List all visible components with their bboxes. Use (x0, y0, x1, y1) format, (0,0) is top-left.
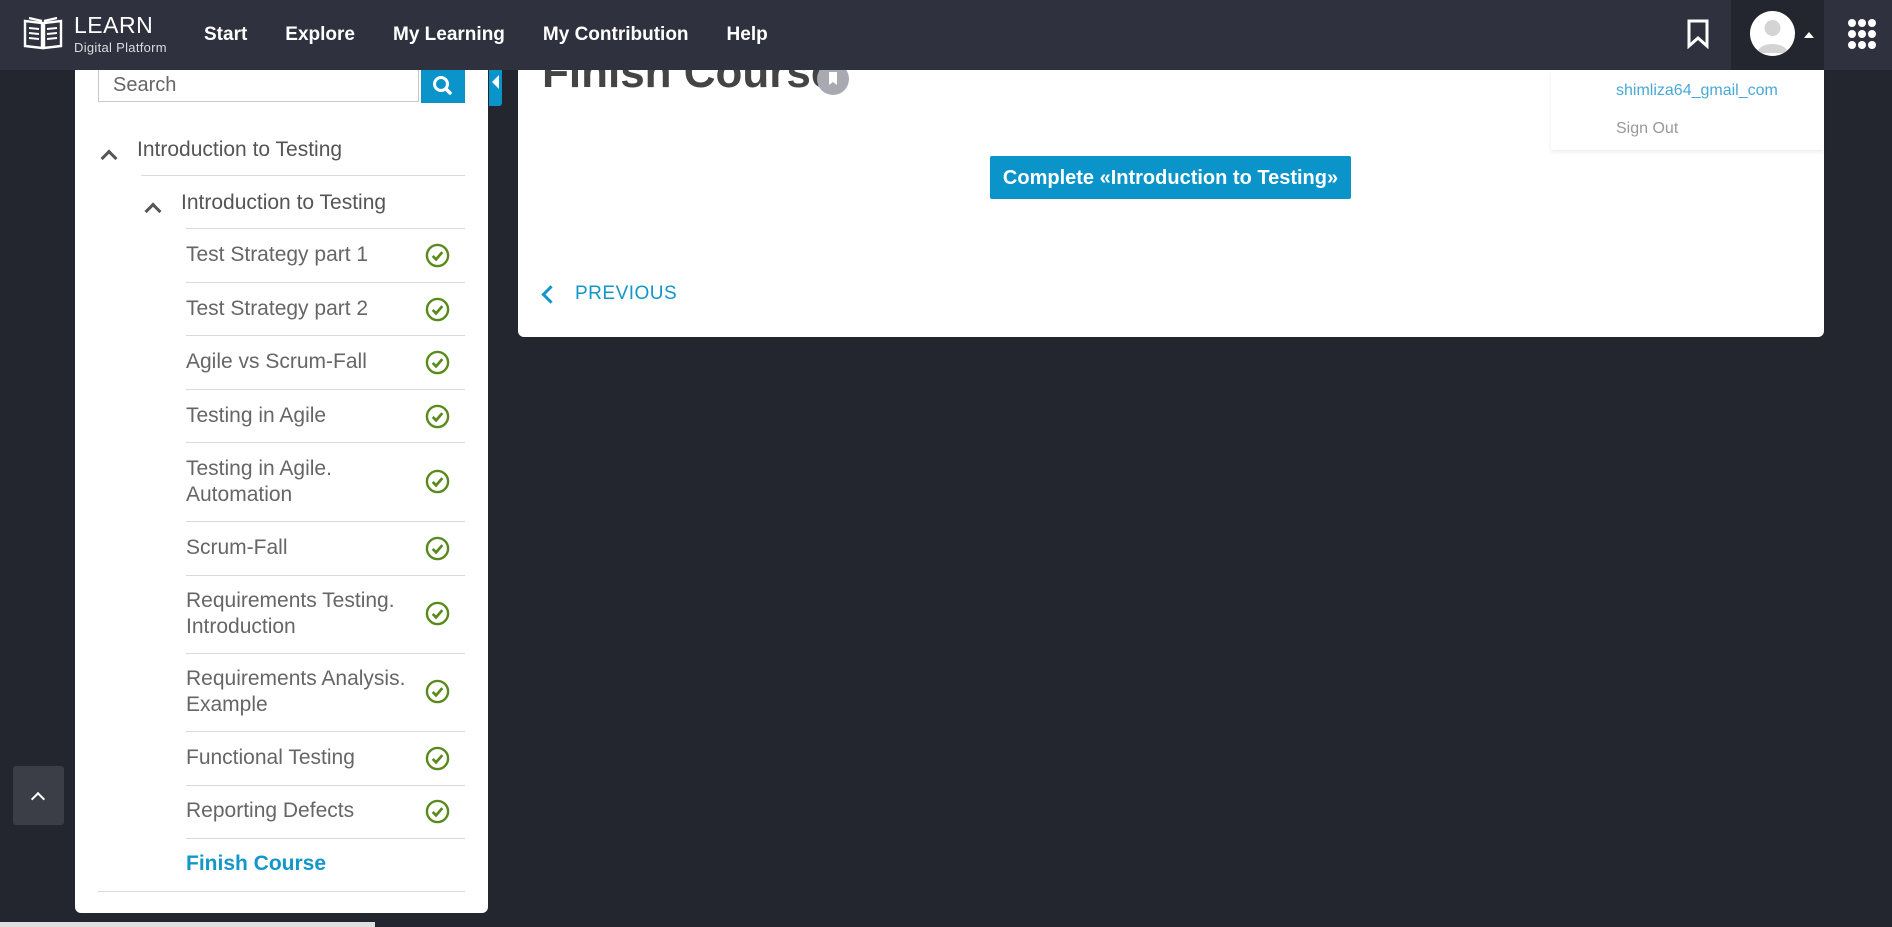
divider (186, 653, 465, 654)
check-circle-icon (425, 243, 450, 268)
divider (186, 521, 465, 522)
top-bar: LEARN Digital Platform Start Explore My … (0, 0, 1892, 70)
check-circle-icon (425, 746, 450, 771)
nav-help[interactable]: Help (727, 24, 768, 46)
chevron-up-icon[interactable] (144, 202, 162, 220)
divider (186, 731, 465, 732)
user-email[interactable]: shimliza64_gmail_com (1616, 82, 1778, 100)
lesson-item[interactable]: Test Strategy part 2 (186, 296, 466, 322)
divider (186, 575, 465, 576)
user-avatar-icon (1750, 11, 1795, 56)
logo-subtitle: Digital Platform (74, 40, 167, 55)
user-menu-toggle[interactable] (1731, 0, 1824, 70)
search-input[interactable] (99, 70, 419, 101)
logo-title: LEARN (74, 12, 154, 38)
page-title: Finish Course (542, 70, 836, 97)
divider (186, 442, 465, 443)
divider (186, 785, 465, 786)
divider (186, 389, 465, 390)
previous-link[interactable]: PREVIOUS (540, 283, 677, 305)
bookmark-icon[interactable] (817, 70, 849, 95)
chevron-up-icon[interactable] (100, 149, 118, 167)
lesson-item[interactable]: Requirements Testing. Introduction (186, 588, 406, 640)
bookmark-icon[interactable] (1686, 19, 1710, 49)
divider (186, 228, 465, 229)
lesson-item[interactable]: Requirements Analysis. Example (186, 666, 406, 718)
divider (98, 891, 465, 892)
check-circle-icon (425, 799, 450, 824)
divider (141, 175, 465, 176)
nav-explore[interactable]: Explore (285, 24, 355, 46)
scroll-to-top-button[interactable] (13, 766, 64, 825)
complete-course-button[interactable]: Complete «Introduction to Testing» (990, 156, 1351, 199)
check-circle-icon (425, 679, 450, 704)
sidebar-collapse-toggle[interactable] (489, 70, 502, 106)
check-circle-icon (425, 297, 450, 322)
previous-label: PREVIOUS (575, 283, 678, 304)
lesson-item[interactable]: Functional Testing (186, 745, 466, 771)
search-icon (433, 76, 452, 95)
lesson-item[interactable]: Reporting Defects (186, 798, 466, 824)
lesson-item[interactable]: Scrum-Fall (186, 535, 466, 561)
search-box (98, 70, 419, 102)
check-circle-icon (425, 469, 450, 494)
section-title[interactable]: Introduction to Testing (137, 138, 342, 162)
check-circle-icon (425, 601, 450, 626)
check-circle-icon (425, 404, 450, 429)
search-button[interactable] (421, 70, 465, 103)
module-title[interactable]: Introduction to Testing (181, 191, 386, 215)
horizontal-scrollbar[interactable] (0, 922, 375, 927)
logo[interactable]: LEARN Digital Platform (22, 12, 172, 58)
sign-out-link[interactable]: Sign Out (1616, 120, 1678, 138)
nav-my-learning[interactable]: My Learning (393, 24, 505, 46)
lesson-item[interactable]: Test Strategy part 1 (186, 242, 466, 268)
lesson-item[interactable]: Testing in Agile (186, 403, 466, 429)
divider (186, 335, 465, 336)
check-circle-icon (425, 350, 450, 375)
lesson-item-active[interactable]: Finish Course (186, 851, 466, 877)
chevron-left-icon (541, 284, 560, 304)
user-dropdown: shimliza64_gmail_com Sign Out (1551, 70, 1824, 150)
lesson-item[interactable]: Testing in Agile. Automation (186, 456, 366, 508)
check-circle-icon (425, 536, 450, 561)
main-nav: Start Explore My Learning My Contributio… (185, 0, 787, 70)
nav-my-contribution[interactable]: My Contribution (543, 24, 689, 46)
book-logo-icon (23, 16, 63, 50)
apps-grid-icon[interactable] (1848, 19, 1876, 51)
divider (186, 282, 465, 283)
caret-up-icon (1804, 32, 1814, 38)
lesson-item[interactable]: Agile vs Scrum-Fall (186, 349, 466, 375)
divider (186, 838, 465, 839)
nav-start[interactable]: Start (204, 24, 247, 46)
